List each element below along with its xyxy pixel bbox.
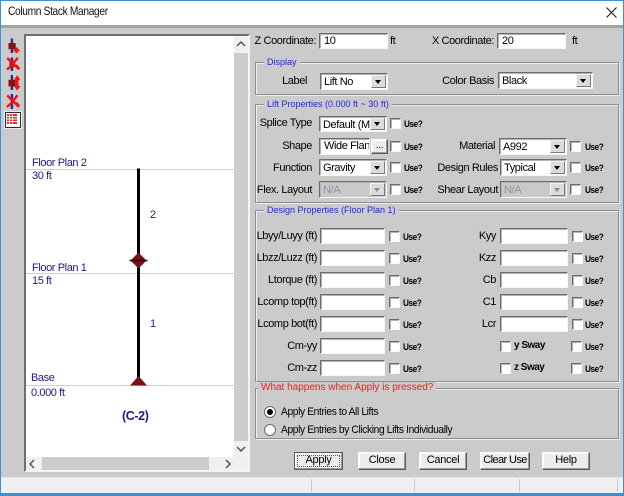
svg-text:Floor Plan 1: Floor Plan 1 xyxy=(32,262,87,274)
svg-text:30 ft: 30 ft xyxy=(32,170,52,182)
svg-text:Floor Plan 2: Floor Plan 2 xyxy=(32,157,87,169)
svg-text:0.000 ft: 0.000 ft xyxy=(31,387,65,399)
svg-text:(C-2): (C-2) xyxy=(122,409,149,423)
svg-text:Base: Base xyxy=(31,372,55,384)
svg-text:1: 1 xyxy=(150,318,156,330)
svg-text:2: 2 xyxy=(150,209,156,221)
svg-text:15 ft: 15 ft xyxy=(32,275,52,287)
